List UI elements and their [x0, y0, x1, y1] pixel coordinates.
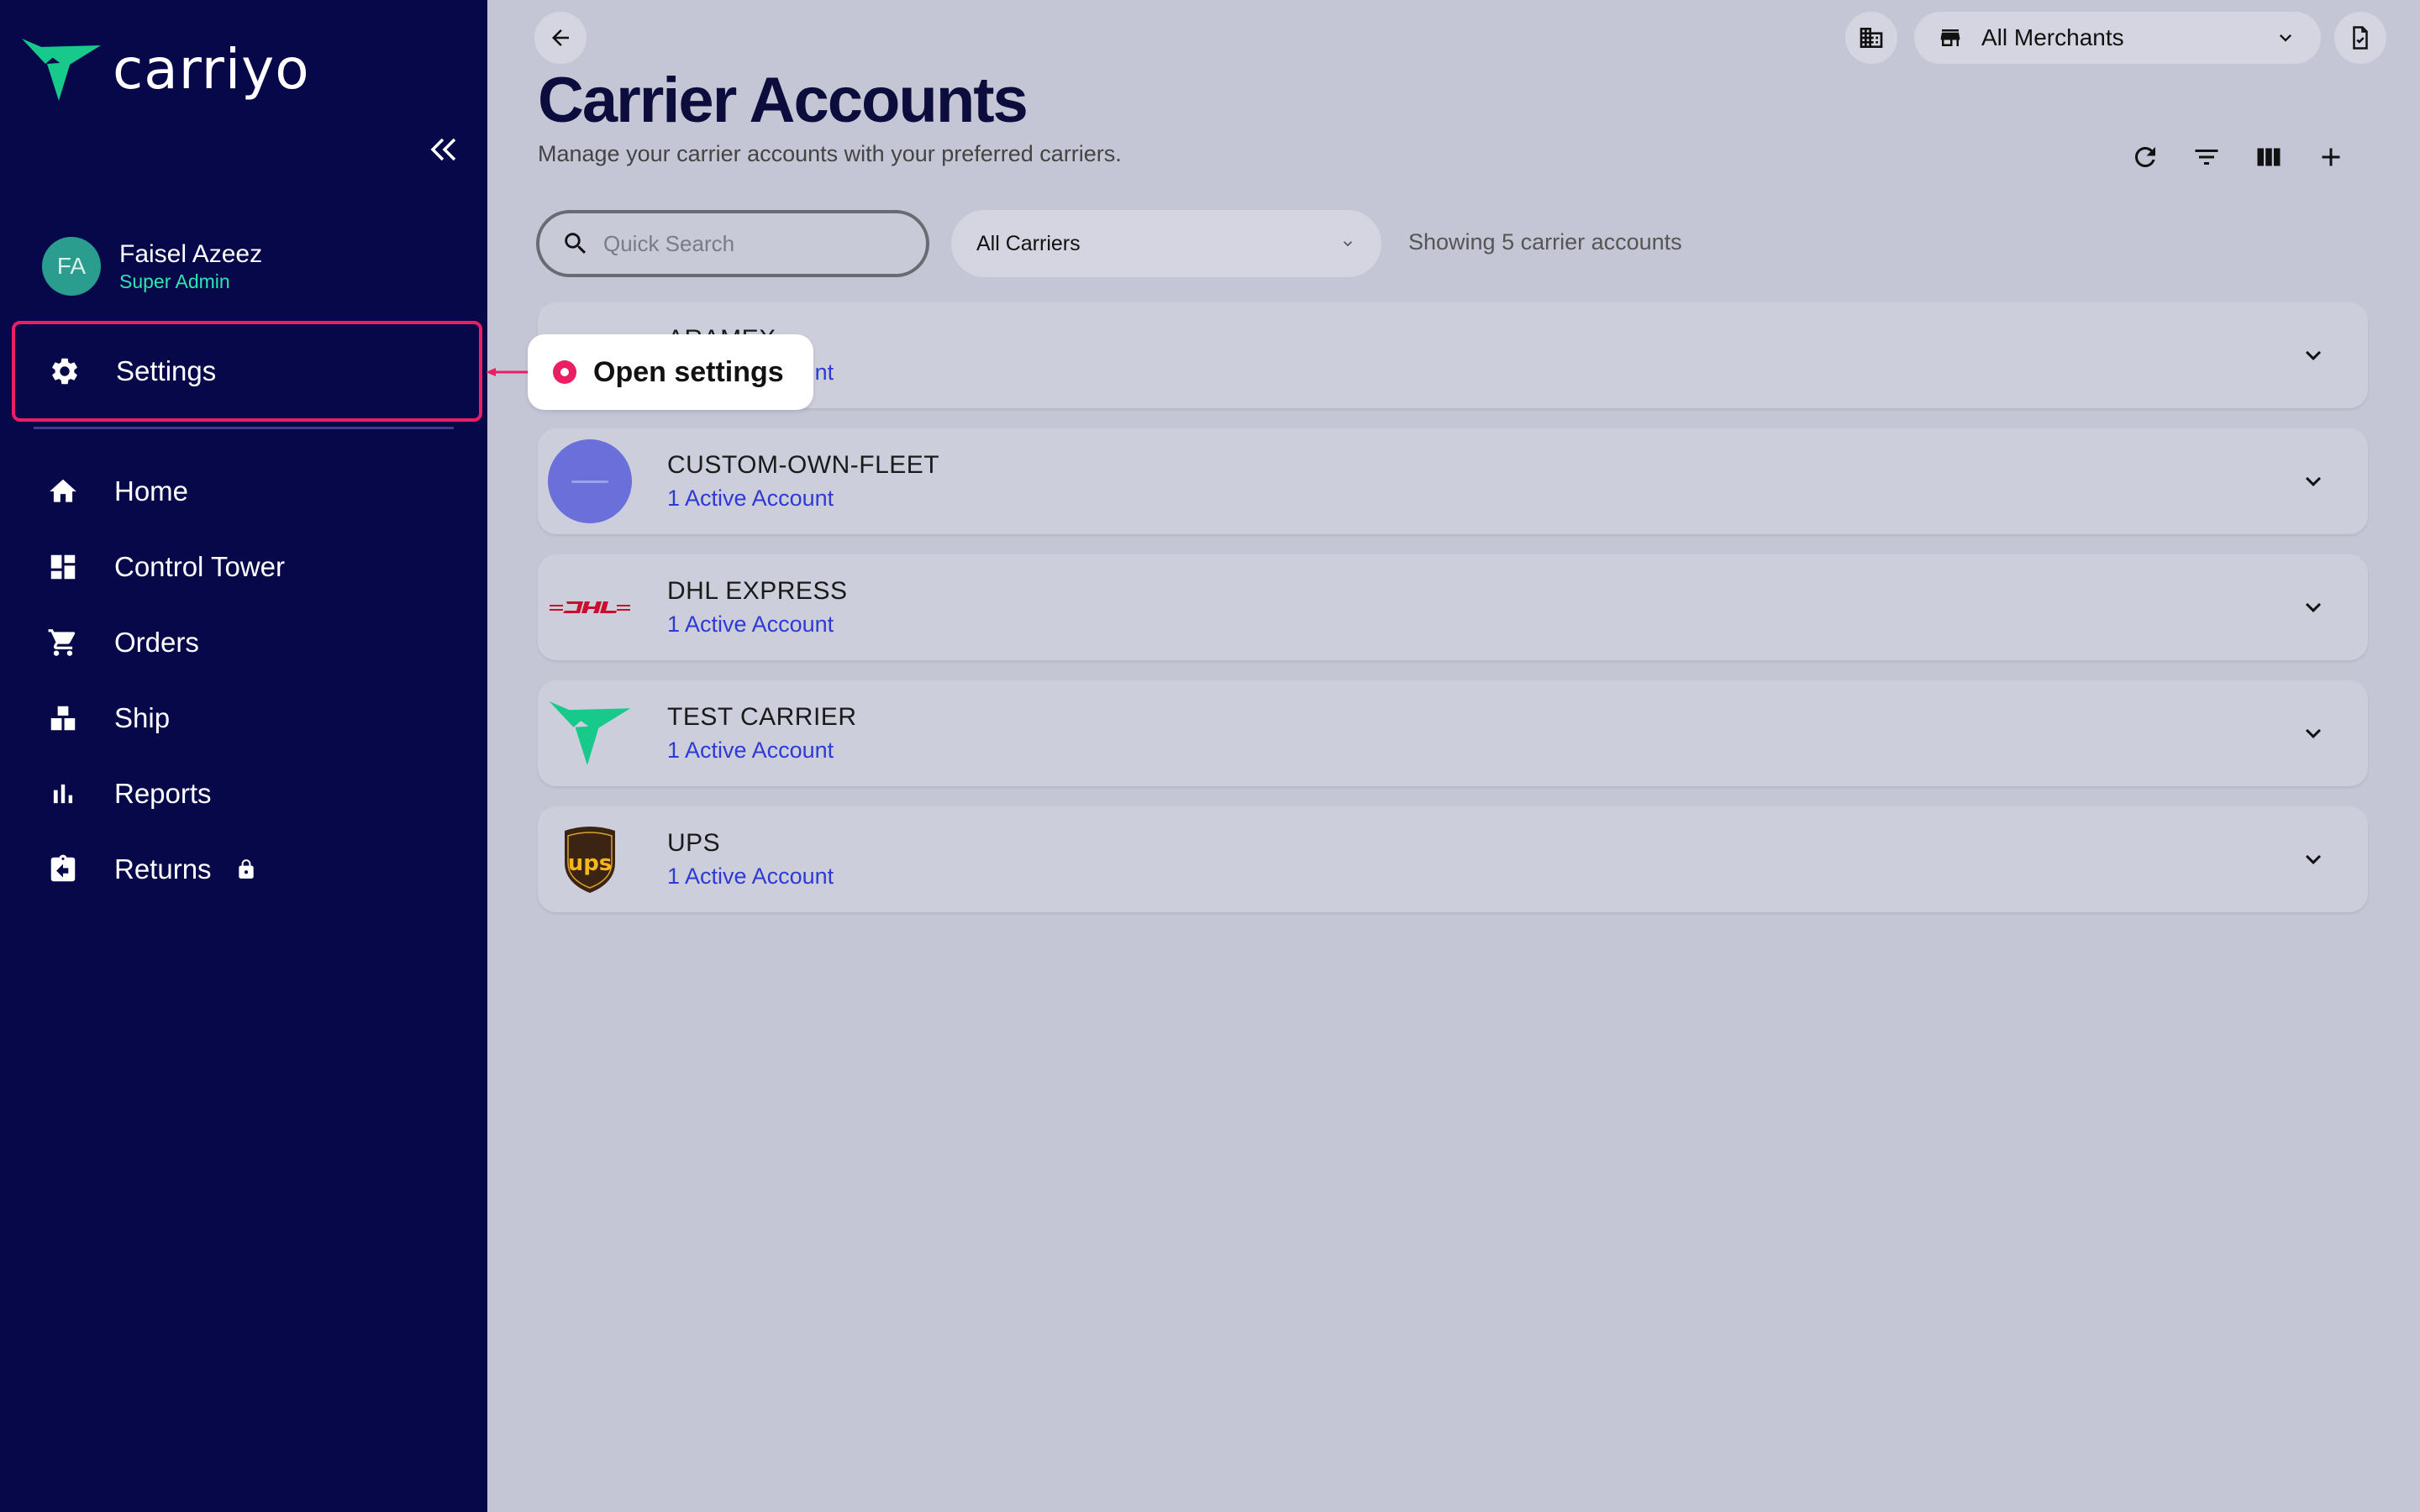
page-subtitle: Manage your carrier accounts with your p…	[538, 141, 1122, 166]
carrier-name: TEST CARRIER	[667, 703, 857, 731]
sidebar-item-control-tower[interactable]: Control Tower	[47, 542, 285, 592]
cart-icon	[48, 629, 76, 656]
columns-icon	[2257, 148, 2281, 166]
chevron-down-icon	[2306, 476, 2321, 486]
search-field[interactable]	[536, 210, 929, 277]
chevron-down-icon	[2306, 602, 2321, 612]
callout-arrow-icon	[486, 368, 529, 376]
sidebar-item-label: Orders	[114, 627, 199, 658]
page-title: Carrier Accounts	[538, 65, 1028, 136]
carrier-card-test-carrier[interactable]: TEST CARRIER 1 Active Account	[538, 680, 2368, 786]
logo-text: carriyo	[113, 37, 310, 102]
dhl-logo-icon	[550, 601, 630, 613]
carrier-logo	[548, 691, 632, 775]
carrier-account-status[interactable]: 1 Active Account	[667, 734, 2292, 766]
expand-button[interactable]	[2292, 712, 2334, 754]
carrier-filter-value: All Carriers	[976, 231, 1081, 255]
carrier-account-status[interactable]: 1 Active Account	[667, 608, 2292, 640]
boxes-icon	[50, 706, 76, 731]
carrier-card-dhl-express[interactable]: DHL EXPRESS 1 Active Account	[538, 554, 2368, 660]
refresh-icon	[2135, 147, 2155, 167]
plus-icon	[2322, 148, 2340, 166]
arrow-left-icon	[552, 29, 569, 46]
expand-button[interactable]	[2292, 334, 2334, 376]
back-button[interactable]	[534, 12, 587, 64]
gear-icon	[52, 358, 77, 385]
carrier-logo	[548, 439, 632, 523]
chevron-down-icon	[2306, 350, 2321, 360]
document-check-icon	[2353, 26, 2368, 50]
avatar: FA	[42, 237, 101, 296]
organization-button[interactable]	[1845, 12, 1897, 64]
carrier-name: DHL EXPRESS	[667, 577, 848, 605]
user-role: Super Admin	[119, 270, 230, 292]
carriyo-logo-icon	[22, 39, 101, 101]
sidebar-item-label: Home	[114, 475, 189, 507]
carrier-card-custom-own-fleet[interactable]: CUSTOM-OWN-FLEET 1 Active Account	[538, 428, 2368, 534]
carrier-filter-select[interactable]: All Carriers	[951, 210, 1381, 277]
sidebar-item-reports[interactable]: Reports	[47, 769, 212, 819]
sidebar-item-orders[interactable]: Orders	[47, 617, 199, 668]
carrier-account-status[interactable]: 1 Active Account	[667, 482, 2292, 514]
main-content: All Merchants Carrier Accounts Manage yo…	[487, 0, 2420, 1512]
results-count: Showing 5 carrier accounts	[1408, 229, 1682, 255]
carriyo-logo[interactable]: carriyo	[22, 39, 310, 101]
search-input[interactable]	[603, 230, 906, 257]
carrier-account-status[interactable]: 1 Active Account	[667, 356, 2292, 388]
collapse-sidebar-button[interactable]	[427, 133, 460, 166]
bar-chart-icon	[53, 784, 73, 804]
merchant-select-value: All Merchants	[1981, 24, 2124, 50]
search-icon	[565, 233, 587, 255]
svg-text:ups: ups	[568, 851, 613, 876]
columns-button[interactable]	[2248, 136, 2290, 178]
sidebar-item-label: Returns	[114, 853, 212, 885]
chevron-down-icon	[1344, 241, 1352, 247]
carrier-logo: ups	[548, 817, 632, 901]
merchant-select[interactable]: All Merchants	[1914, 12, 2321, 64]
expand-button[interactable]	[2292, 460, 2334, 502]
carrier-name: UPS	[667, 829, 721, 857]
return-icon	[50, 854, 76, 882]
sidebar: carriyo FA Faisel Azeez Super Admin Sett…	[0, 0, 487, 1512]
carrier-account-status[interactable]: 1 Active Account	[667, 860, 2292, 892]
home-icon	[50, 479, 76, 502]
sidebar-item-label: Settings	[116, 355, 217, 386]
sidebar-item-label: Reports	[114, 778, 212, 809]
chevron-down-icon	[2280, 34, 2291, 42]
carriyo-logo-icon	[549, 701, 631, 765]
carrier-name: CUSTOM-OWN-FLEET	[667, 451, 940, 479]
refresh-button[interactable]	[2124, 136, 2166, 178]
document-button[interactable]	[2334, 12, 2386, 64]
record-dot-icon	[553, 360, 576, 384]
user-name: Faisel Azeez	[119, 240, 263, 268]
carrier-card-ups[interactable]: ups UPS 1 Active Account	[538, 806, 2368, 912]
tooltip-text: Open settings	[593, 355, 784, 388]
dashboard-icon	[50, 554, 76, 580]
chevron-down-icon	[2306, 728, 2321, 738]
divider	[34, 427, 454, 429]
sidebar-item-label: Control Tower	[114, 551, 285, 582]
filter-icon	[2195, 150, 2218, 165]
add-button[interactable]	[2310, 136, 2352, 178]
sidebar-item-returns[interactable]: Returns	[47, 844, 257, 895]
store-icon	[1940, 29, 1960, 46]
lock-icon	[238, 859, 254, 879]
carrier-name: ARAMEX	[667, 323, 2292, 356]
double-chevron-left-icon	[430, 138, 456, 161]
sidebar-item-home[interactable]: Home	[47, 466, 188, 517]
sidebar-item-label: Ship	[114, 702, 171, 733]
open-settings-tooltip: Open settings	[528, 334, 813, 410]
chevron-down-icon	[2306, 854, 2321, 864]
building-icon	[1860, 28, 1883, 48]
expand-button[interactable]	[2292, 838, 2334, 880]
carrier-logo	[548, 565, 632, 649]
filter-button[interactable]	[2186, 136, 2228, 178]
sidebar-item-ship[interactable]: Ship	[47, 693, 170, 743]
expand-button[interactable]	[2292, 586, 2334, 628]
user-profile[interactable]: FA Faisel Azeez Super Admin	[42, 237, 262, 296]
sidebar-item-settings[interactable]: Settings	[12, 321, 482, 422]
ups-logo-icon: ups	[565, 827, 615, 893]
